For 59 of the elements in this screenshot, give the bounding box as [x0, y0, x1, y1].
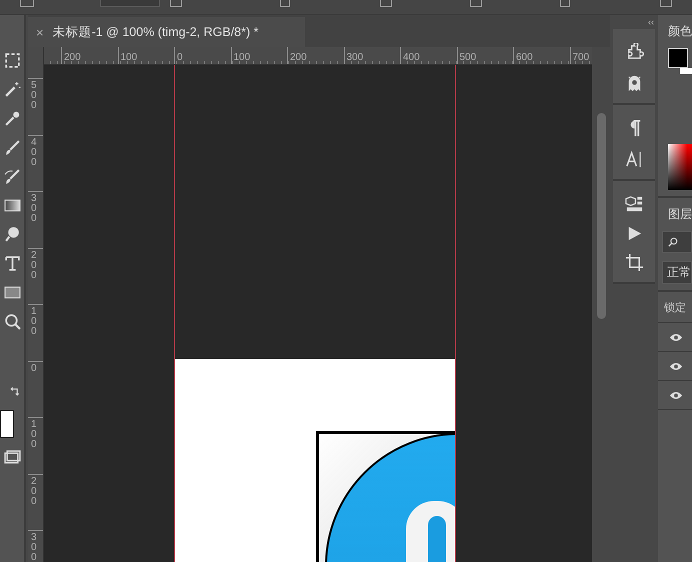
ruler-label: 600	[515, 51, 533, 64]
ruler-label: 0	[30, 362, 38, 374]
panel-title[interactable]: 颜色	[668, 23, 692, 40]
ruler-label: 300	[30, 192, 38, 224]
ruler-label: 700	[572, 51, 590, 64]
brush-icon[interactable]	[4, 139, 20, 156]
ruler-label: 400	[402, 51, 420, 64]
ruler-label: 100	[30, 418, 38, 450]
background-color-swatch[interactable]	[0, 410, 14, 438]
ruler-label: 200	[30, 248, 38, 280]
collapse-button[interactable]: ‹‹	[648, 15, 654, 29]
eyedropper-icon[interactable]	[4, 110, 20, 127]
ruler-label: 200	[30, 474, 38, 506]
search-field[interactable]	[662, 231, 692, 253]
ruler-label: 500	[458, 51, 476, 64]
eye-icon[interactable]	[669, 362, 683, 370]
cube-icon[interactable]	[624, 195, 644, 214]
ruler-label: 300	[30, 531, 38, 562]
dodge-icon[interactable]	[4, 226, 20, 243]
scrollbar-thumb[interactable]	[597, 113, 606, 319]
option-field[interactable]	[100, 0, 160, 7]
option-icon[interactable]	[170, 0, 182, 7]
option-icon[interactable]	[560, 0, 570, 7]
option-icon[interactable]	[380, 0, 392, 7]
color-spectrum[interactable]	[668, 144, 692, 190]
ruler-label: 100	[120, 51, 138, 64]
zoom-icon[interactable]	[4, 313, 20, 330]
crop-icon[interactable]	[624, 253, 644, 272]
close-button[interactable]: ×	[36, 24, 44, 40]
search-icon	[668, 237, 678, 247]
option-icon[interactable]	[20, 0, 34, 7]
option-icon[interactable]	[280, 0, 290, 7]
document-title: 未标题-1 @ 100% (timg-2, RGB/8*) *	[52, 24, 259, 40]
history-brush-icon[interactable]	[4, 168, 20, 185]
eye-icon[interactable]	[669, 390, 683, 400]
foreground-color-swatch[interactable]	[668, 48, 688, 68]
option-icon[interactable]	[660, 0, 672, 7]
ruler-label: 500	[30, 79, 38, 111]
lock-label: 锁定	[664, 302, 686, 314]
option-icon[interactable]	[470, 0, 482, 7]
panel-title[interactable]: 图层	[668, 206, 692, 223]
rectangle-icon[interactable]	[4, 284, 20, 301]
magic-wand-icon[interactable]	[4, 81, 20, 98]
ruler-label: 300	[346, 51, 364, 64]
type-tool-icon[interactable]	[4, 255, 20, 272]
ruler-label: 400	[30, 136, 38, 168]
swap-colors-icon[interactable]	[9, 386, 21, 398]
ruler-label: 200	[63, 51, 81, 64]
eye-icon[interactable]	[669, 332, 683, 342]
marquee-icon[interactable]	[4, 52, 20, 69]
ruler-label: 100	[30, 305, 38, 337]
gradient-icon[interactable]	[4, 197, 20, 214]
ruler-label: 0	[176, 51, 183, 64]
character-icon[interactable]	[624, 150, 644, 169]
ruler-label: 200	[289, 51, 307, 64]
ruler-label: 100	[232, 51, 250, 64]
blend-mode-dropdown[interactable]: 正常	[662, 261, 692, 284]
background-color-swatch[interactable]	[680, 68, 692, 74]
document-tab[interactable]: × 未标题-1 @ 100% (timg-2, RGB/8*) *	[28, 17, 305, 47]
